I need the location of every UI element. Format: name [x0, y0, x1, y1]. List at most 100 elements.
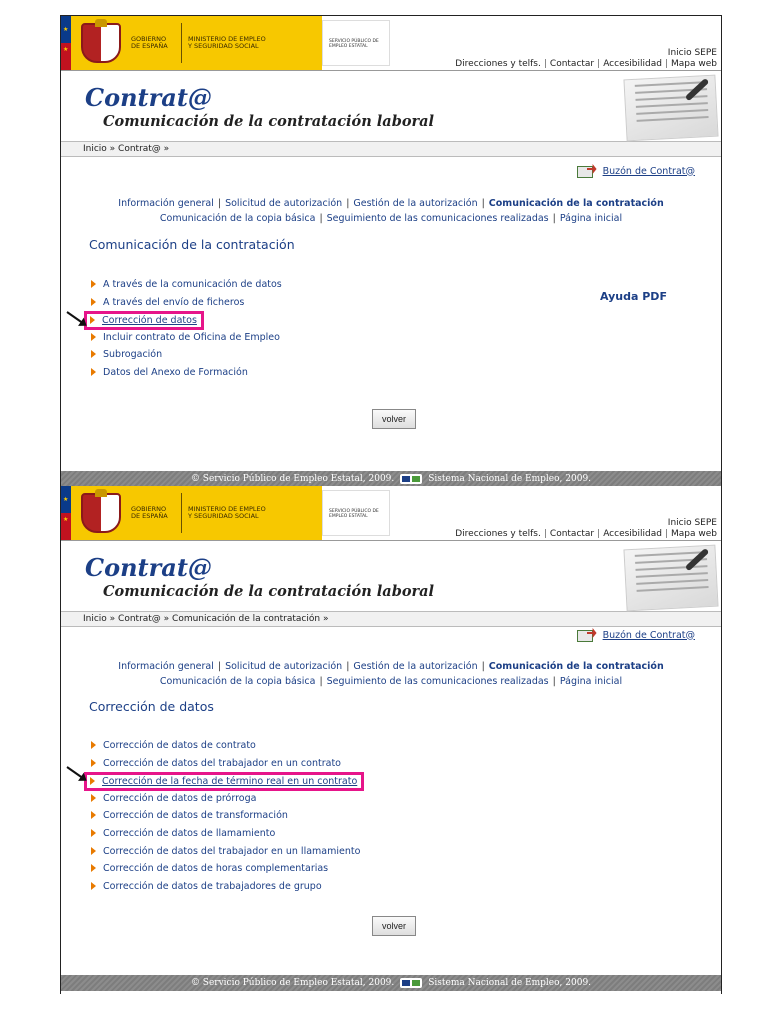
bullet-arrow-icon [91, 828, 96, 837]
bullet-arrow-icon [91, 332, 96, 341]
top-links: Inicio SEPE Direcciones y telfs. | Contact… [455, 518, 717, 539]
nav-informacion-general[interactable]: Información general [118, 661, 214, 672]
top-links: Inicio SEPE Direcciones y telfs. | Contact… [455, 48, 717, 69]
sepe-logo[interactable]: Servicio Público de Empleo Estatal [322, 20, 390, 66]
bullet-arrow-icon [91, 350, 96, 359]
list-item[interactable]: Corrección de datos de prórroga [89, 790, 364, 808]
link-mapa-web[interactable]: Mapa web [671, 59, 717, 69]
list-item[interactable]: Datos del Anexo de Formación [89, 364, 282, 382]
sepe-logo[interactable]: Servicio Público de Empleo Estatal [322, 490, 390, 536]
government-logo[interactable]: Gobierno de España Ministerio de Empleo … [71, 486, 322, 540]
breadcrumb[interactable]: Inicio » Contrat@ » [61, 141, 721, 157]
bullet-arrow-icon [91, 846, 96, 855]
footer-copyright: © Servicio Público de Empleo Estatal, 20… [190, 978, 395, 988]
link-inicio-sepe[interactable]: Inicio SEPE [455, 48, 717, 59]
contract-document-image [623, 544, 719, 612]
bullet-arrow-icon [91, 297, 96, 306]
option-list: Corrección de datos de contrato Correcci… [84, 737, 365, 896]
back-button[interactable]: volver [372, 916, 416, 936]
coat-of-arms-icon [81, 489, 121, 533]
gov-label: Gobierno de España [131, 505, 168, 520]
eu-flag-strip: ★ ★ [61, 486, 71, 540]
nav-seguimiento[interactable]: Seguimiento de las comunicaciones realiz… [327, 676, 549, 687]
brand-subtitle: Comunicación de la contratación laboral [103, 113, 435, 130]
nav-gestion-autorizacion[interactable]: Gestión de la autorización [353, 661, 477, 672]
list-item-highlighted[interactable]: Corrección de datos [84, 311, 282, 331]
government-logo[interactable]: Gobierno de España Ministerio de Empleo … [71, 16, 322, 70]
site-header: ★ ★ Gobierno de España Ministerio de Empl… [61, 16, 721, 70]
list-item[interactable]: Corrección de datos de contrato [89, 737, 364, 755]
ministry-label: Ministerio de Empleo y Seguridad Social [188, 505, 266, 520]
nav-comunicacion-contratacion[interactable]: Comunicación de la contratación [489, 198, 664, 209]
link-direcciones[interactable]: Direcciones y telfs. [455, 59, 541, 69]
nav-pagina-inicial[interactable]: Página inicial [560, 676, 622, 687]
brand-title[interactable]: Contrat@ [85, 553, 212, 582]
footer-copyright: © Servicio Público de Empleo Estatal, 20… [190, 474, 395, 484]
list-item[interactable]: Corrección de datos de horas complementa… [89, 860, 364, 878]
nav-solicitud-autorizacion[interactable]: Solicitud de autorización [225, 661, 342, 672]
link-contactar[interactable]: Contactar [550, 59, 594, 69]
eu-flag-strip: ★ ★ [61, 16, 71, 70]
main-nav: Información general | Solicitud de autoriz… [118, 198, 664, 224]
list-item[interactable]: Corrección de datos de transformación [89, 807, 364, 825]
help-pdf-link[interactable]: Ayuda PDF [600, 290, 667, 303]
nav-seguimiento[interactable]: Seguimiento de las comunicaciones realiz… [327, 213, 549, 224]
footer: © Servicio Público de Empleo Estatal, 20… [61, 975, 721, 991]
back-button[interactable]: volver [372, 409, 416, 429]
link-inicio-sepe[interactable]: Inicio SEPE [455, 518, 717, 529]
breadcrumb[interactable]: Inicio » Contrat@ » Comunicación de la c… [61, 611, 721, 627]
mailbox-icon [576, 628, 597, 642]
option-list: A través de la comunicación de datos A t… [84, 276, 282, 382]
bullet-arrow-icon [91, 864, 96, 873]
contract-document-image [623, 74, 719, 142]
mailbox-icon [576, 164, 597, 178]
screen-2: ★ ★ Gobierno de España Ministerio de Empl… [60, 486, 722, 994]
list-item[interactable]: A través del envío de ficheros [89, 294, 282, 312]
site-header: ★ ★ Gobierno de España Ministerio de Empl… [61, 486, 721, 540]
link-accesibilidad[interactable]: Accesibilidad [603, 59, 662, 69]
list-item[interactable]: Corrección de datos del trabajador en un… [89, 755, 364, 773]
brand-title[interactable]: Contrat@ [85, 83, 212, 112]
coat-of-arms-icon [81, 19, 121, 63]
pointer-arrow-icon [66, 311, 86, 326]
mailbox-link[interactable]: Buzón de Contrat@ [576, 628, 695, 642]
nav-solicitud-autorizacion[interactable]: Solicitud de autorización [225, 198, 342, 209]
footer: © Servicio Público de Empleo Estatal, 20… [61, 471, 721, 487]
bullet-arrow-icon [90, 316, 95, 325]
main-nav: Información general | Solicitud de autoriz… [118, 661, 664, 687]
sne-logo-icon [400, 474, 423, 484]
nav-informacion-general[interactable]: Información general [118, 198, 214, 209]
nav-copia-basica[interactable]: Comunicación de la copia básica [160, 213, 316, 224]
footer-sne: Sistema Nacional de Empleo, 2009. [428, 474, 592, 484]
nav-copia-basica[interactable]: Comunicación de la copia básica [160, 676, 316, 687]
sne-logo-icon [400, 978, 423, 988]
list-item[interactable]: A través de la comunicación de datos [89, 276, 282, 294]
link-accesibilidad[interactable]: Accesibilidad [603, 529, 662, 539]
section-title: Comunicación de la contratación [89, 237, 295, 252]
nav-pagina-inicial[interactable]: Página inicial [560, 213, 622, 224]
bullet-arrow-icon [91, 758, 96, 767]
screen-1: ★ ★ Gobierno de España Ministerio de Empl… [60, 15, 722, 487]
list-item[interactable]: Incluir contrato de Oficina de Empleo [89, 329, 282, 347]
bullet-arrow-icon [91, 741, 96, 749]
link-mapa-web[interactable]: Mapa web [671, 529, 717, 539]
bullet-arrow-icon [91, 811, 96, 820]
link-direcciones[interactable]: Direcciones y telfs. [455, 529, 541, 539]
gov-label: Gobierno de España [131, 35, 168, 50]
bullet-arrow-icon [91, 881, 96, 890]
list-item[interactable]: Corrección de datos del trabajador en un… [89, 843, 364, 861]
title-band: Contrat@ Comunicación de la contratación… [61, 541, 721, 612]
footer-sne: Sistema Nacional de Empleo, 2009. [428, 978, 592, 988]
ministry-label: Ministerio de Empleo y Seguridad Social [188, 35, 266, 50]
pointer-arrow-icon [66, 766, 86, 781]
list-item[interactable]: Subrogación [89, 346, 282, 364]
list-item[interactable]: Corrección de datos de llamamiento [89, 825, 364, 843]
list-item[interactable]: Corrección de datos de trabajadores de g… [89, 878, 364, 896]
bullet-arrow-icon [91, 367, 96, 376]
nav-gestion-autorizacion[interactable]: Gestión de la autorización [353, 198, 477, 209]
nav-comunicacion-contratacion[interactable]: Comunicación de la contratación [489, 661, 664, 672]
list-item-highlighted[interactable]: Corrección de la fecha de término real e… [84, 772, 365, 792]
mailbox-link[interactable]: Buzón de Contrat@ [576, 164, 695, 178]
link-contactar[interactable]: Contactar [550, 529, 594, 539]
bullet-arrow-icon [91, 793, 96, 802]
